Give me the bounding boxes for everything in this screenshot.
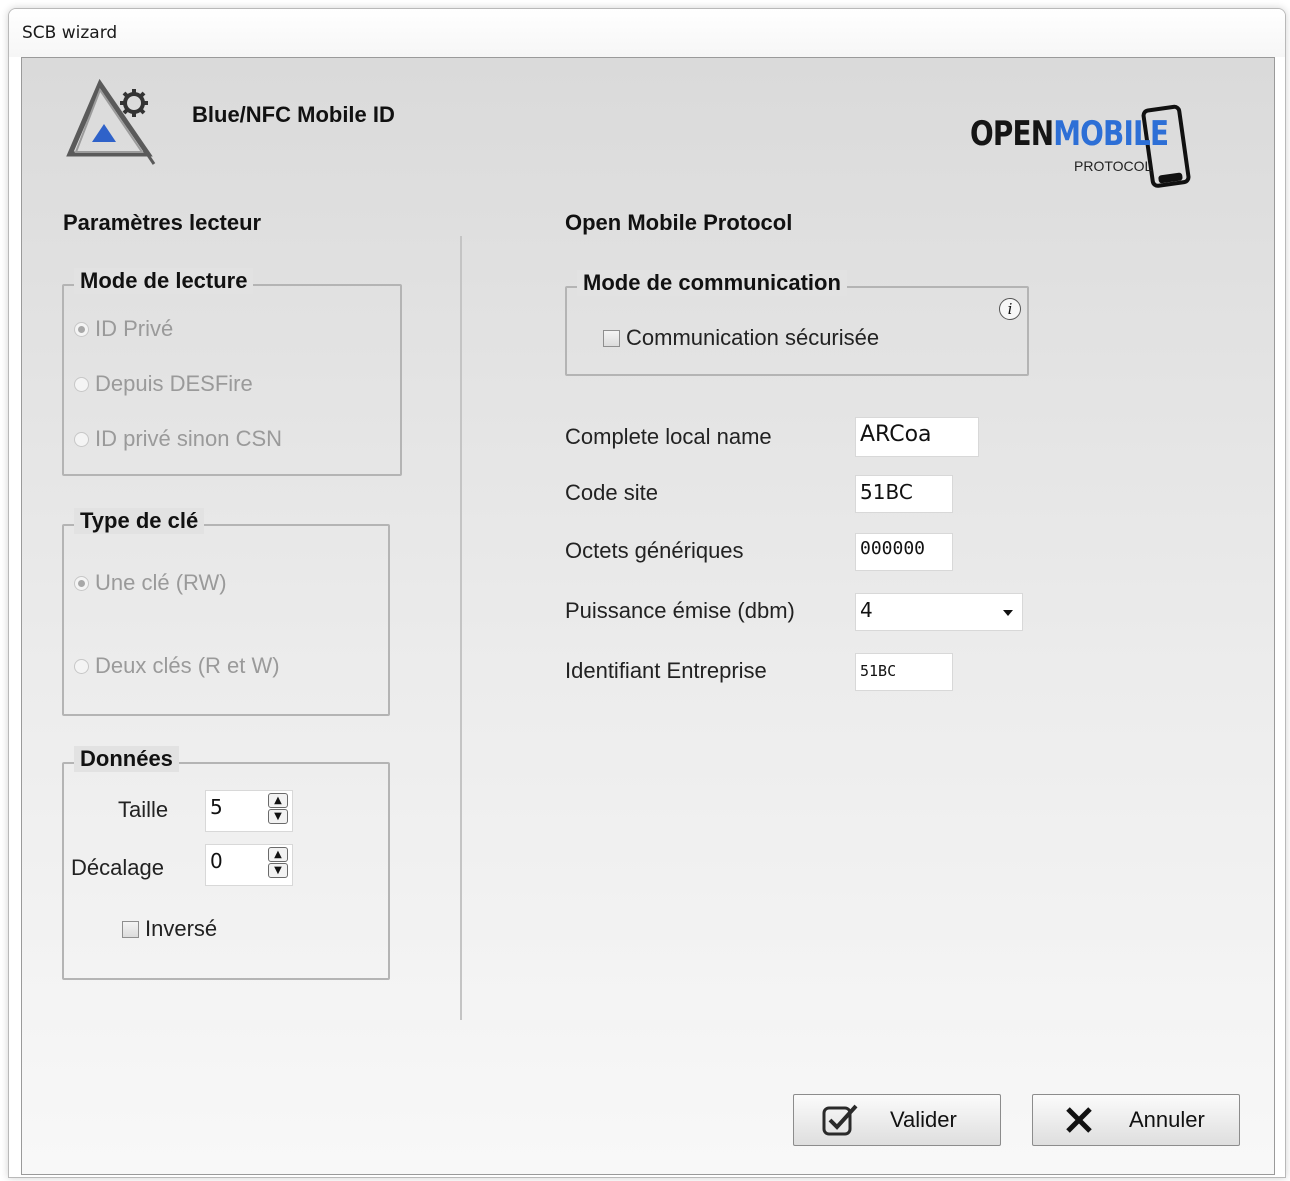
reading-mode-legend: Mode de lecture <box>74 268 254 294</box>
vertical-divider <box>460 236 462 1020</box>
wizard-window: SCB wizard Blue/NFC Mobile ID OPENMOBILE… <box>8 8 1286 1178</box>
cancel-label: Annuler <box>1129 1107 1205 1132</box>
reader-params-heading: Paramètres lecteur <box>63 210 262 235</box>
radio-label: Depuis DESFire <box>95 371 253 396</box>
window-title: SCB wizard <box>22 23 118 43</box>
radio-indicator <box>74 575 89 591</box>
entreprise-input[interactable]: 51BC <box>855 653 953 691</box>
size-spinner[interactable]: 5 ▲ ▼ <box>205 790 293 832</box>
radio-label: ID Privé <box>95 316 174 341</box>
radio-indicator <box>74 376 89 392</box>
radio-une-cle[interactable]: Une clé (RW) <box>74 570 227 596</box>
secure-comm-label: Communication sécurisée <box>626 325 880 350</box>
data-group: Données Taille 5 ▲ ▼ Décalage 0 ▲ ▼ Inve… <box>62 746 390 980</box>
comm-mode-legend: Mode de communication <box>577 270 847 296</box>
offset-value: 0 <box>210 849 223 873</box>
spin-up-icon[interactable]: ▲ <box>268 847 288 862</box>
info-icon[interactable]: i <box>999 298 1021 320</box>
inverse-checkbox[interactable]: Inversé <box>122 916 217 942</box>
size-spin-arrows[interactable]: ▲ ▼ <box>268 793 290 827</box>
offset-label: Décalage <box>71 855 164 880</box>
checkbox-box[interactable] <box>122 920 139 938</box>
wizard-body: Blue/NFC Mobile ID OPENMOBILE PROTOCOL P… <box>21 57 1275 1175</box>
puissance-select[interactable]: 4 <box>855 593 1023 631</box>
radio-id-prive-sinon-csn[interactable]: ID privé sinon CSN <box>74 426 282 452</box>
brand-open: OPEN <box>970 114 1054 154</box>
size-label: Taille <box>118 797 169 822</box>
comm-mode-group: Mode de communication i Communication sé… <box>565 270 1029 376</box>
radio-indicator <box>74 431 89 447</box>
offset-spinner[interactable]: 0 ▲ ▼ <box>205 844 293 886</box>
spin-down-icon[interactable]: ▼ <box>268 863 288 878</box>
app-title: Blue/NFC Mobile ID <box>192 102 395 127</box>
validate-button[interactable]: Valider <box>793 1094 1001 1146</box>
spin-down-icon[interactable]: ▼ <box>268 809 288 824</box>
close-icon <box>1059 1102 1099 1138</box>
chevron-down-icon[interactable] <box>1002 609 1014 617</box>
secure-comm-checkbox[interactable]: Communication sécurisée <box>603 325 879 351</box>
radio-indicator <box>74 321 89 337</box>
radio-label: ID privé sinon CSN <box>95 426 283 451</box>
octets-label: Octets génériques <box>565 538 744 563</box>
data-legend: Données <box>74 746 179 772</box>
key-type-legend: Type de clé <box>74 508 205 534</box>
spin-up-icon[interactable]: ▲ <box>268 793 288 808</box>
radio-deux-cles[interactable]: Deux clés (R et W) <box>74 653 280 679</box>
cancel-button[interactable]: Annuler <box>1032 1094 1240 1146</box>
key-type-group: Type de clé Une clé (RW) Deux clés (R et… <box>62 508 390 716</box>
size-value: 5 <box>210 795 223 819</box>
title-bar[interactable]: SCB wizard <box>9 9 1285 57</box>
puissance-value: 4 <box>860 598 873 622</box>
brand-wordmark: OPENMOBILE <box>970 114 1169 154</box>
checkbox-box[interactable] <box>603 329 620 347</box>
checkmark-icon <box>820 1102 860 1138</box>
brand-mobile: MOBILE <box>1053 114 1169 154</box>
local-name-input[interactable]: ARCoa <box>855 417 979 457</box>
radio-label: Deux clés (R et W) <box>95 653 280 678</box>
radio-depuis-desfire[interactable]: Depuis DESFire <box>74 371 253 397</box>
offset-spin-arrows[interactable]: ▲ ▼ <box>268 847 290 881</box>
omp-heading: Open Mobile Protocol <box>565 210 793 235</box>
radio-label: Une clé (RW) <box>95 570 227 595</box>
local-name-label: Complete local name <box>565 424 772 449</box>
entreprise-label: Identifiant Entreprise <box>565 658 767 683</box>
validate-label: Valider <box>890 1107 957 1132</box>
code-site-input[interactable]: 51BC <box>855 475 953 513</box>
inverse-label: Inversé <box>145 916 218 941</box>
openmobile-logo: OPENMOBILE PROTOCOL <box>962 98 1202 193</box>
puissance-label: Puissance émise (dbm) <box>565 598 795 623</box>
radio-id-prive[interactable]: ID Privé <box>74 316 173 342</box>
radio-indicator <box>74 658 89 674</box>
reading-mode-group: Mode de lecture ID Privé Depuis DESFire … <box>62 268 402 476</box>
brand-protocol: PROTOCOL <box>1074 158 1153 174</box>
octets-input[interactable]: 000000 <box>855 533 953 571</box>
code-site-label: Code site <box>565 480 658 505</box>
app-logo-icon <box>66 78 156 165</box>
